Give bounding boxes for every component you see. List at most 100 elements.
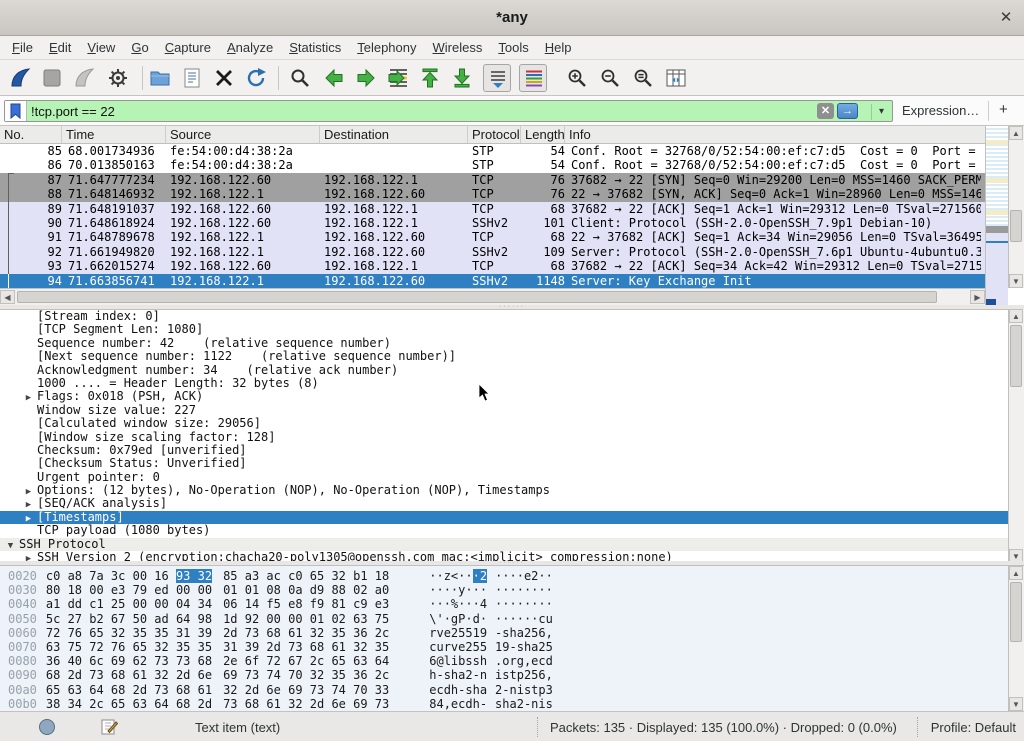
detail-line[interactable]: [TCP Segment Len: 1080]	[0, 323, 1024, 336]
hex-vscrollbar[interactable]: ▲ ▼	[1008, 566, 1024, 711]
menu-item[interactable]: Edit	[41, 36, 79, 55]
capture-comment-icon[interactable]	[100, 718, 118, 736]
go-forward-arrow-icon[interactable]	[354, 66, 378, 90]
menu-item[interactable]: File	[4, 36, 41, 55]
display-filter-field[interactable]: ✕ → ▾	[4, 100, 893, 122]
reload-icon[interactable]	[244, 66, 268, 90]
hex-row[interactable]: 0020c0 a8 7a 3c 00 16 93 3285 a3 ac c0 6…	[0, 569, 1024, 583]
save-file-icon[interactable]	[180, 66, 204, 90]
col-protocol[interactable]: Protocol	[468, 126, 521, 143]
col-time[interactable]: Time	[62, 126, 166, 143]
close-file-icon[interactable]	[212, 66, 236, 90]
auto-scroll-toggle-button[interactable]	[483, 64, 511, 92]
scroll-down-icon[interactable]: ▼	[1009, 697, 1023, 711]
detail-line[interactable]: Checksum: 0x79ed [unverified]	[0, 444, 1024, 457]
detail-line[interactable]: [Stream index: 0]	[0, 310, 1024, 323]
expression-button[interactable]: Expression…	[902, 103, 979, 118]
detail-line[interactable]: ▶Options: (12 bytes), No-Operation (NOP)…	[0, 484, 1024, 497]
col-length[interactable]: Length	[521, 126, 565, 143]
find-packet-magnifier-icon[interactable]	[288, 66, 312, 90]
zoom-in-icon[interactable]	[565, 66, 589, 90]
detail-line[interactable]: 1000 .... = Header Length: 32 bytes (8)	[0, 377, 1024, 390]
close-window-button[interactable]: ✕	[996, 8, 1016, 28]
zoom-100-icon[interactable]	[631, 66, 655, 90]
menu-item[interactable]: View	[79, 36, 123, 55]
detail-line[interactable]: ▶Flags: 0x018 (PSH, ACK)	[0, 390, 1024, 403]
go-to-packet-icon[interactable]	[386, 66, 410, 90]
details-vscrollbar[interactable]: ▲ ▼	[1008, 309, 1024, 563]
expand-arrow-icon[interactable]: ▶	[20, 392, 37, 403]
vscroll-thumb[interactable]	[1010, 582, 1022, 642]
menu-item[interactable]: Help	[537, 36, 580, 55]
hex-row[interactable]: 008036 40 6c 69 62 73 73 682e 6f 72 67 2…	[0, 654, 1024, 668]
packet-row[interactable]: 86 70.013850163 fe:54:00:d4:38:2a STP 54…	[0, 158, 985, 172]
hex-row[interactable]: 006072 76 65 32 35 35 31 392d 73 68 61 3…	[0, 626, 1024, 640]
packet-row[interactable]: 90 71.648618924 192.168.122.60 192.168.1…	[0, 216, 985, 230]
detail-line[interactable]: TCP payload (1080 bytes)	[0, 524, 1024, 537]
hex-row[interactable]: 009068 2d 73 68 61 32 2d 6e69 73 74 70 3…	[0, 668, 1024, 682]
capture-options-gear-icon[interactable]	[106, 66, 130, 90]
go-last-packet-icon[interactable]	[450, 66, 474, 90]
hex-row[interactable]: 007063 75 72 76 65 32 35 3531 39 2d 73 6…	[0, 640, 1024, 654]
menu-item[interactable]: Analyze	[219, 36, 281, 55]
start-capture-fin-icon[interactable]	[8, 66, 32, 90]
detail-line[interactable]: [Next sequence number: 1122 (relative se…	[0, 350, 1024, 363]
menu-item[interactable]: Tools	[490, 36, 536, 55]
filter-bookmark-button[interactable]	[5, 101, 27, 121]
menu-item[interactable]: Wireless	[425, 36, 491, 55]
col-source[interactable]: Source	[166, 126, 320, 143]
detail-line[interactable]: [Checksum Status: Unverified]	[0, 457, 1024, 470]
hex-row[interactable]: 0040a1 dd c1 25 00 00 04 3406 14 f5 e8 f…	[0, 597, 1024, 611]
detail-line[interactable]: Window size value: 227	[0, 404, 1024, 417]
menu-item[interactable]: Go	[123, 36, 156, 55]
packet-row[interactable]: 87 71.647777234 192.168.122.60 192.168.1…	[0, 173, 985, 187]
menu-item[interactable]: Capture	[157, 36, 219, 55]
scroll-right-icon[interactable]: ▶	[970, 290, 985, 304]
go-back-arrow-icon[interactable]	[322, 66, 346, 90]
detail-line[interactable]: [Calculated window size: 29056]	[0, 417, 1024, 430]
open-file-folder-icon[interactable]	[148, 66, 172, 90]
hex-row[interactable]: 00505c 27 b2 67 50 ad 64 981d 92 00 00 0…	[0, 612, 1024, 626]
packet-row[interactable]: 92 71.661949820 192.168.122.1 192.168.12…	[0, 245, 985, 259]
expert-info-icon[interactable]	[38, 718, 56, 736]
vscroll-thumb[interactable]	[1010, 325, 1022, 387]
scroll-up-icon[interactable]: ▲	[1009, 126, 1023, 140]
vscroll-thumb[interactable]	[1010, 210, 1022, 242]
col-no[interactable]: No.	[0, 126, 62, 143]
scroll-left-icon[interactable]: ◀	[0, 290, 15, 304]
filter-apply-button[interactable]: →	[837, 103, 858, 119]
stop-capture-icon[interactable]	[40, 66, 64, 90]
expand-arrow-icon[interactable]: ▶	[20, 513, 37, 524]
col-info[interactable]: Info	[565, 126, 985, 143]
packet-list-hscrollbar[interactable]: ◀ ▶	[0, 288, 985, 305]
hex-row[interactable]: 00b038 34 2c 65 63 64 68 2d73 68 61 32 2…	[0, 697, 1024, 711]
filter-clear-button[interactable]: ✕	[817, 103, 834, 119]
title-bar[interactable]: *any ✕	[0, 0, 1024, 36]
packet-row[interactable]: 89 71.648191037 192.168.122.60 192.168.1…	[0, 202, 985, 216]
menu-item[interactable]: Statistics	[281, 36, 349, 55]
resize-columns-icon[interactable]	[664, 66, 688, 90]
add-filter-button[interactable]: +	[999, 101, 1008, 118]
detail-line[interactable]: Urgent pointer: 0	[0, 471, 1024, 484]
packet-row[interactable]: 85 68.001734936 fe:54:00:d4:38:2a STP 54…	[0, 144, 985, 158]
packet-row[interactable]: 93 71.662015274 192.168.122.60 192.168.1…	[0, 259, 985, 273]
packet-row[interactable]: 91 71.648789678 192.168.122.1 192.168.12…	[0, 230, 985, 244]
packet-row[interactable]: 88 71.648146932 192.168.122.1 192.168.12…	[0, 187, 985, 201]
expand-arrow-icon[interactable]: ▼	[2, 540, 19, 551]
expand-arrow-icon[interactable]: ▶	[20, 499, 37, 510]
restart-capture-icon[interactable]	[72, 66, 96, 90]
filter-history-caret[interactable]: ▾	[871, 104, 884, 120]
expand-arrow-icon[interactable]: ▶	[20, 486, 37, 497]
colorize-toggle-button[interactable]	[519, 64, 547, 92]
scroll-up-icon[interactable]: ▲	[1009, 309, 1023, 323]
col-destination[interactable]: Destination	[320, 126, 468, 143]
hex-row[interactable]: 003080 18 00 e3 79 ed 00 0001 01 08 0a d…	[0, 583, 1024, 597]
detail-line[interactable]: ▼SSH Protocol	[0, 538, 1024, 551]
intelligent-scrollbar-minimap[interactable]	[985, 126, 1008, 305]
detail-line[interactable]: Sequence number: 42 (relative sequence n…	[0, 337, 1024, 350]
scroll-down-icon[interactable]: ▼	[1009, 274, 1023, 288]
profile-status[interactable]: Profile: Default	[931, 720, 1016, 735]
detail-line[interactable]: [Window size scaling factor: 128]	[0, 431, 1024, 444]
go-first-packet-icon[interactable]	[418, 66, 442, 90]
packet-list-vscrollbar[interactable]: ▲ ▼	[1008, 126, 1024, 288]
